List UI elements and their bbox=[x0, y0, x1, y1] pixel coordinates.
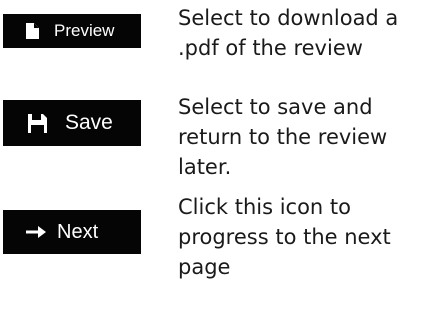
save-button-label: Save bbox=[65, 111, 113, 134]
next-description: Click this icon to progress to the next … bbox=[178, 195, 391, 279]
preview-button[interactable]: Preview bbox=[3, 14, 141, 48]
next-button[interactable]: Next bbox=[3, 210, 141, 254]
preview-button-label: Preview bbox=[54, 21, 115, 40]
next-button-label: Next bbox=[57, 220, 99, 243]
save-button[interactable]: Save bbox=[3, 100, 141, 146]
preview-description: Select to download a .pdf of the review bbox=[178, 6, 399, 60]
document-icon bbox=[25, 23, 40, 40]
arrow-right-icon bbox=[25, 225, 47, 239]
floppy-disk-icon bbox=[27, 113, 47, 133]
save-description: Select to save and return to the review … bbox=[178, 95, 388, 179]
